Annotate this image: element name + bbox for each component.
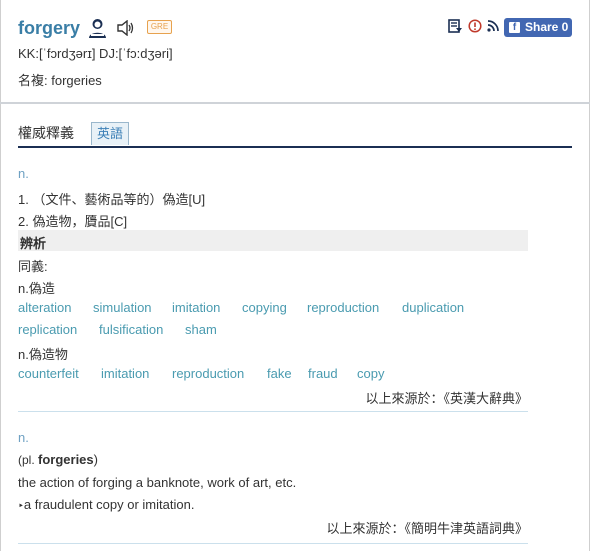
synonym-group-label: n.偽造物 <box>18 347 68 362</box>
synonym-link[interactable]: copy <box>357 366 384 381</box>
plural-word: forgeries <box>38 452 94 467</box>
source-credit: 以上來源於：《簡明牛津英語詞典》 <box>326 521 528 536</box>
synonym-link[interactable]: fraud <box>308 366 338 381</box>
synonym-link[interactable]: sham <box>185 322 217 337</box>
plural-form: 名複: forgeries <box>18 73 102 88</box>
headword: forgery <box>18 18 81 38</box>
english-definition-2: ‣a fraudulent copy or imitation. <box>18 497 194 512</box>
definition-1: 1. （文件、藝術品等的）偽造[U] <box>18 192 206 207</box>
part-of-speech: n. <box>18 430 29 445</box>
rss-icon[interactable] <box>487 19 499 35</box>
synonym-link[interactable]: fulsification <box>99 322 163 337</box>
analysis-bar: 辨析 <box>18 230 528 251</box>
definition-2: 2. 偽造物，贗品[C] <box>18 214 128 229</box>
synonym-link[interactable]: reproduction <box>307 300 379 315</box>
sub-sense-text: a fraudulent copy or imitation. <box>23 497 195 512</box>
synonym-link[interactable]: copying <box>242 300 287 315</box>
section-divider <box>18 411 528 412</box>
tab-english[interactable]: 英語 <box>91 122 130 145</box>
synonym-link[interactable]: simulation <box>93 300 152 315</box>
definition-tabs: 權威釋義 英語 <box>18 122 572 148</box>
wordlist-icon[interactable] <box>448 19 463 37</box>
facebook-icon: f <box>509 22 520 33</box>
gre-badge: GRE <box>147 20 172 34</box>
part-of-speech: n. <box>18 166 29 181</box>
synonym-link[interactable]: replication <box>18 322 77 337</box>
analysis-label: 辨析 <box>20 236 47 251</box>
synonym-link[interactable]: counterfeit <box>18 366 79 381</box>
report-icon[interactable] <box>468 19 482 36</box>
plural-note: (pl. forgeries) <box>18 452 98 467</box>
speaker-icon[interactable] <box>117 19 135 39</box>
facebook-share-button[interactable]: f Share 0 <box>504 18 572 37</box>
plural-suffix: ) <box>93 452 98 467</box>
source-credit: 以上來源於：《英漢大辭典》 <box>365 391 528 406</box>
plural-prefix: (pl. <box>18 453 39 467</box>
synonym-link[interactable]: imitation <box>172 300 220 315</box>
synonyms-label: 同義: <box>18 259 48 274</box>
tab-authoritative[interactable]: 權威釋義 <box>18 123 74 143</box>
synonym-group-label: n.偽造 <box>18 281 55 296</box>
pronunciation: KK:[ˈfɔrdʒərɪ] DJ:[ˈfɔ:dʒəri] <box>18 46 173 61</box>
synonym-link[interactable]: alteration <box>18 300 71 315</box>
entry-header: forgery GRE KK:[ˈfɔrdʒərɪ] DJ:[ˈfɔ:dʒəri… <box>0 0 590 104</box>
synonym-link[interactable]: reproduction <box>172 366 244 381</box>
share-label: Share 0 <box>525 20 569 34</box>
user-icon[interactable] <box>88 18 107 41</box>
synonym-link[interactable]: fake <box>267 366 292 381</box>
english-definition-1: the action of forging a banknote, work o… <box>18 475 297 490</box>
synonym-link[interactable]: imitation <box>101 366 149 381</box>
section-divider <box>18 543 528 544</box>
synonym-link[interactable]: duplication <box>402 300 464 315</box>
